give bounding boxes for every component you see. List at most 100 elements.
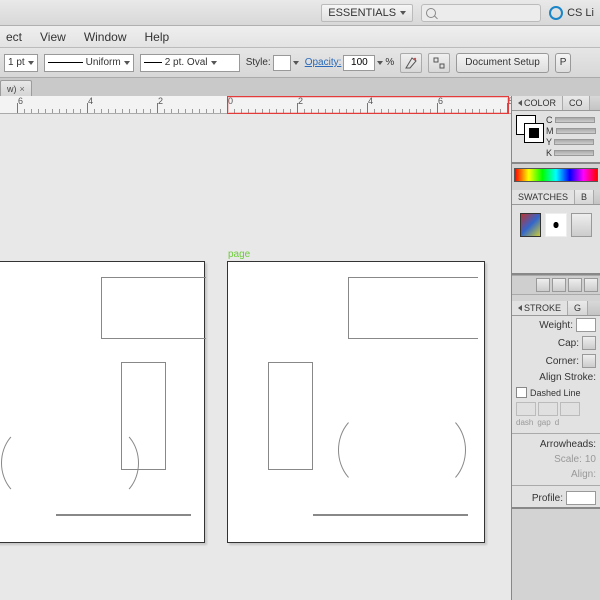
dashed-line-label: Dashed Line xyxy=(530,388,581,398)
control-bar: 1 pt Uniform 2 pt. Oval Style: Opacity: … xyxy=(0,48,600,78)
preferences-button[interactable]: P xyxy=(555,53,572,73)
new-swatch-icon[interactable] xyxy=(568,278,582,292)
color-spectrum[interactable] xyxy=(514,168,598,182)
opacity-field: Opacity: % xyxy=(305,55,395,71)
menu-help[interactable]: Help xyxy=(145,30,170,44)
swatch-grid xyxy=(516,209,596,241)
horizontal-ruler[interactable]: 64202468 xyxy=(0,96,511,114)
stroke-panel-tabs: STROKE G xyxy=(512,301,600,316)
chevron-down-icon xyxy=(293,61,299,65)
swatch-options-icon[interactable] xyxy=(552,278,566,292)
swatches-footer-icons xyxy=(512,275,600,295)
opacity-label[interactable]: Opacity: xyxy=(305,57,342,68)
menu-bar: ect View Window Help xyxy=(0,26,600,48)
slider-k[interactable] xyxy=(554,150,594,156)
stroke-weight-value: 1 pt xyxy=(8,57,25,68)
swatch-item[interactable] xyxy=(571,213,592,237)
artboard-pasteboard[interactable]: page xyxy=(0,114,511,600)
weight-label: Weight: xyxy=(539,320,573,331)
label-m: M xyxy=(546,126,554,136)
stroke-weight-dropdown[interactable]: 1 pt xyxy=(4,54,38,72)
menu-window[interactable]: Window xyxy=(84,30,127,44)
align-label: Align: xyxy=(571,469,596,480)
shape-rect[interactable] xyxy=(268,362,313,470)
cap-options[interactable] xyxy=(582,336,596,350)
shape-rect[interactable] xyxy=(348,277,478,339)
tab-brushes[interactable]: B xyxy=(575,190,594,204)
label-k: K xyxy=(546,148,552,158)
shape-arc-right[interactable] xyxy=(79,427,139,499)
dash-label: d xyxy=(555,418,559,427)
profile-label: Profile: xyxy=(532,493,563,504)
document-tab[interactable]: w) × xyxy=(0,80,32,96)
brush-preview-icon xyxy=(144,62,162,63)
slider-m[interactable] xyxy=(556,128,596,134)
color-panel-tabs: COLOR CO xyxy=(512,96,600,111)
delete-swatch-icon[interactable] xyxy=(584,278,598,292)
workspace-switcher[interactable]: ESSENTIALS xyxy=(321,4,413,22)
tab-swatches[interactable]: SWATCHES xyxy=(512,190,575,204)
document-setup-button[interactable]: Document Setup xyxy=(456,53,549,73)
chevron-down-icon xyxy=(124,61,130,65)
style-field: Style: xyxy=(246,55,299,71)
tab-color-guide[interactable]: CO xyxy=(563,96,590,110)
dash-gap-fields xyxy=(512,400,600,418)
menu-effect[interactable]: ect xyxy=(6,30,22,44)
cs-live-icon xyxy=(549,6,563,20)
style-swatch-dropdown[interactable] xyxy=(273,55,291,71)
weight-input[interactable] xyxy=(576,318,596,332)
color-panel: C M Y K xyxy=(512,111,600,164)
select-similar-icon[interactable] xyxy=(428,53,450,73)
artboard-1[interactable] xyxy=(0,261,205,543)
document-setup-label: Document Setup xyxy=(465,57,540,68)
tab-gradient[interactable]: G xyxy=(568,301,588,315)
gap-input[interactable] xyxy=(538,402,558,416)
stroke-swatch[interactable] xyxy=(524,123,544,143)
close-icon[interactable]: × xyxy=(20,84,25,94)
fill-stroke-selector[interactable] xyxy=(516,115,544,143)
tab-color[interactable]: COLOR xyxy=(512,96,563,110)
dashed-line-checkbox[interactable] xyxy=(516,387,527,398)
dash-input[interactable] xyxy=(560,402,580,416)
swatch-item[interactable] xyxy=(520,213,541,237)
shape-arc-left[interactable] xyxy=(338,412,402,488)
profile-dropdown[interactable] xyxy=(566,491,596,505)
opacity-input[interactable] xyxy=(343,55,375,71)
opacity-suffix: % xyxy=(385,57,394,68)
cs-live-button[interactable]: CS Li xyxy=(549,6,594,20)
canvas-area[interactable]: 64202468 page xyxy=(0,96,511,600)
shape-rect[interactable] xyxy=(101,277,206,339)
shape-line[interactable] xyxy=(56,514,191,516)
slider-y[interactable] xyxy=(554,139,594,145)
shape-line[interactable] xyxy=(313,514,468,516)
search-input[interactable] xyxy=(421,4,541,22)
corner-options[interactable] xyxy=(582,354,596,368)
shape-arc-left[interactable] xyxy=(1,427,61,499)
swatch-item[interactable] xyxy=(545,213,566,237)
shape-arc-right[interactable] xyxy=(402,412,466,488)
dash-input[interactable] xyxy=(516,402,536,416)
brush-dropdown[interactable]: 2 pt. Oval xyxy=(140,54,240,72)
right-panels: COLOR CO C M Y K SWATCHES B STROKE xyxy=(511,96,600,600)
preferences-label: P xyxy=(560,57,567,68)
collapse-icon xyxy=(518,305,522,311)
chevron-down-icon xyxy=(28,61,34,65)
label-y: Y xyxy=(546,137,552,147)
menu-view[interactable]: View xyxy=(40,30,66,44)
chevron-down-icon[interactable] xyxy=(377,61,383,65)
gap-label: gap xyxy=(537,418,550,427)
tab-color-label: COLOR xyxy=(524,98,556,108)
slider-c[interactable] xyxy=(555,117,595,123)
cap-label: Cap: xyxy=(558,338,579,349)
tab-stroke-label: STROKE xyxy=(524,303,561,313)
tab-stroke[interactable]: STROKE xyxy=(512,301,568,315)
stroke-style-dropdown[interactable]: Uniform xyxy=(44,54,134,72)
chevron-down-icon xyxy=(400,11,406,15)
recolor-artwork-icon[interactable] xyxy=(400,53,422,73)
chevron-down-icon xyxy=(211,61,217,65)
dashed-line-row: Dashed Line xyxy=(512,385,600,400)
swatch-library-icon[interactable] xyxy=(536,278,550,292)
artboard-2[interactable]: page xyxy=(227,261,485,543)
dash-gap-labels: dash gap d xyxy=(512,418,600,430)
cmyk-sliders: C M Y K xyxy=(546,115,596,158)
